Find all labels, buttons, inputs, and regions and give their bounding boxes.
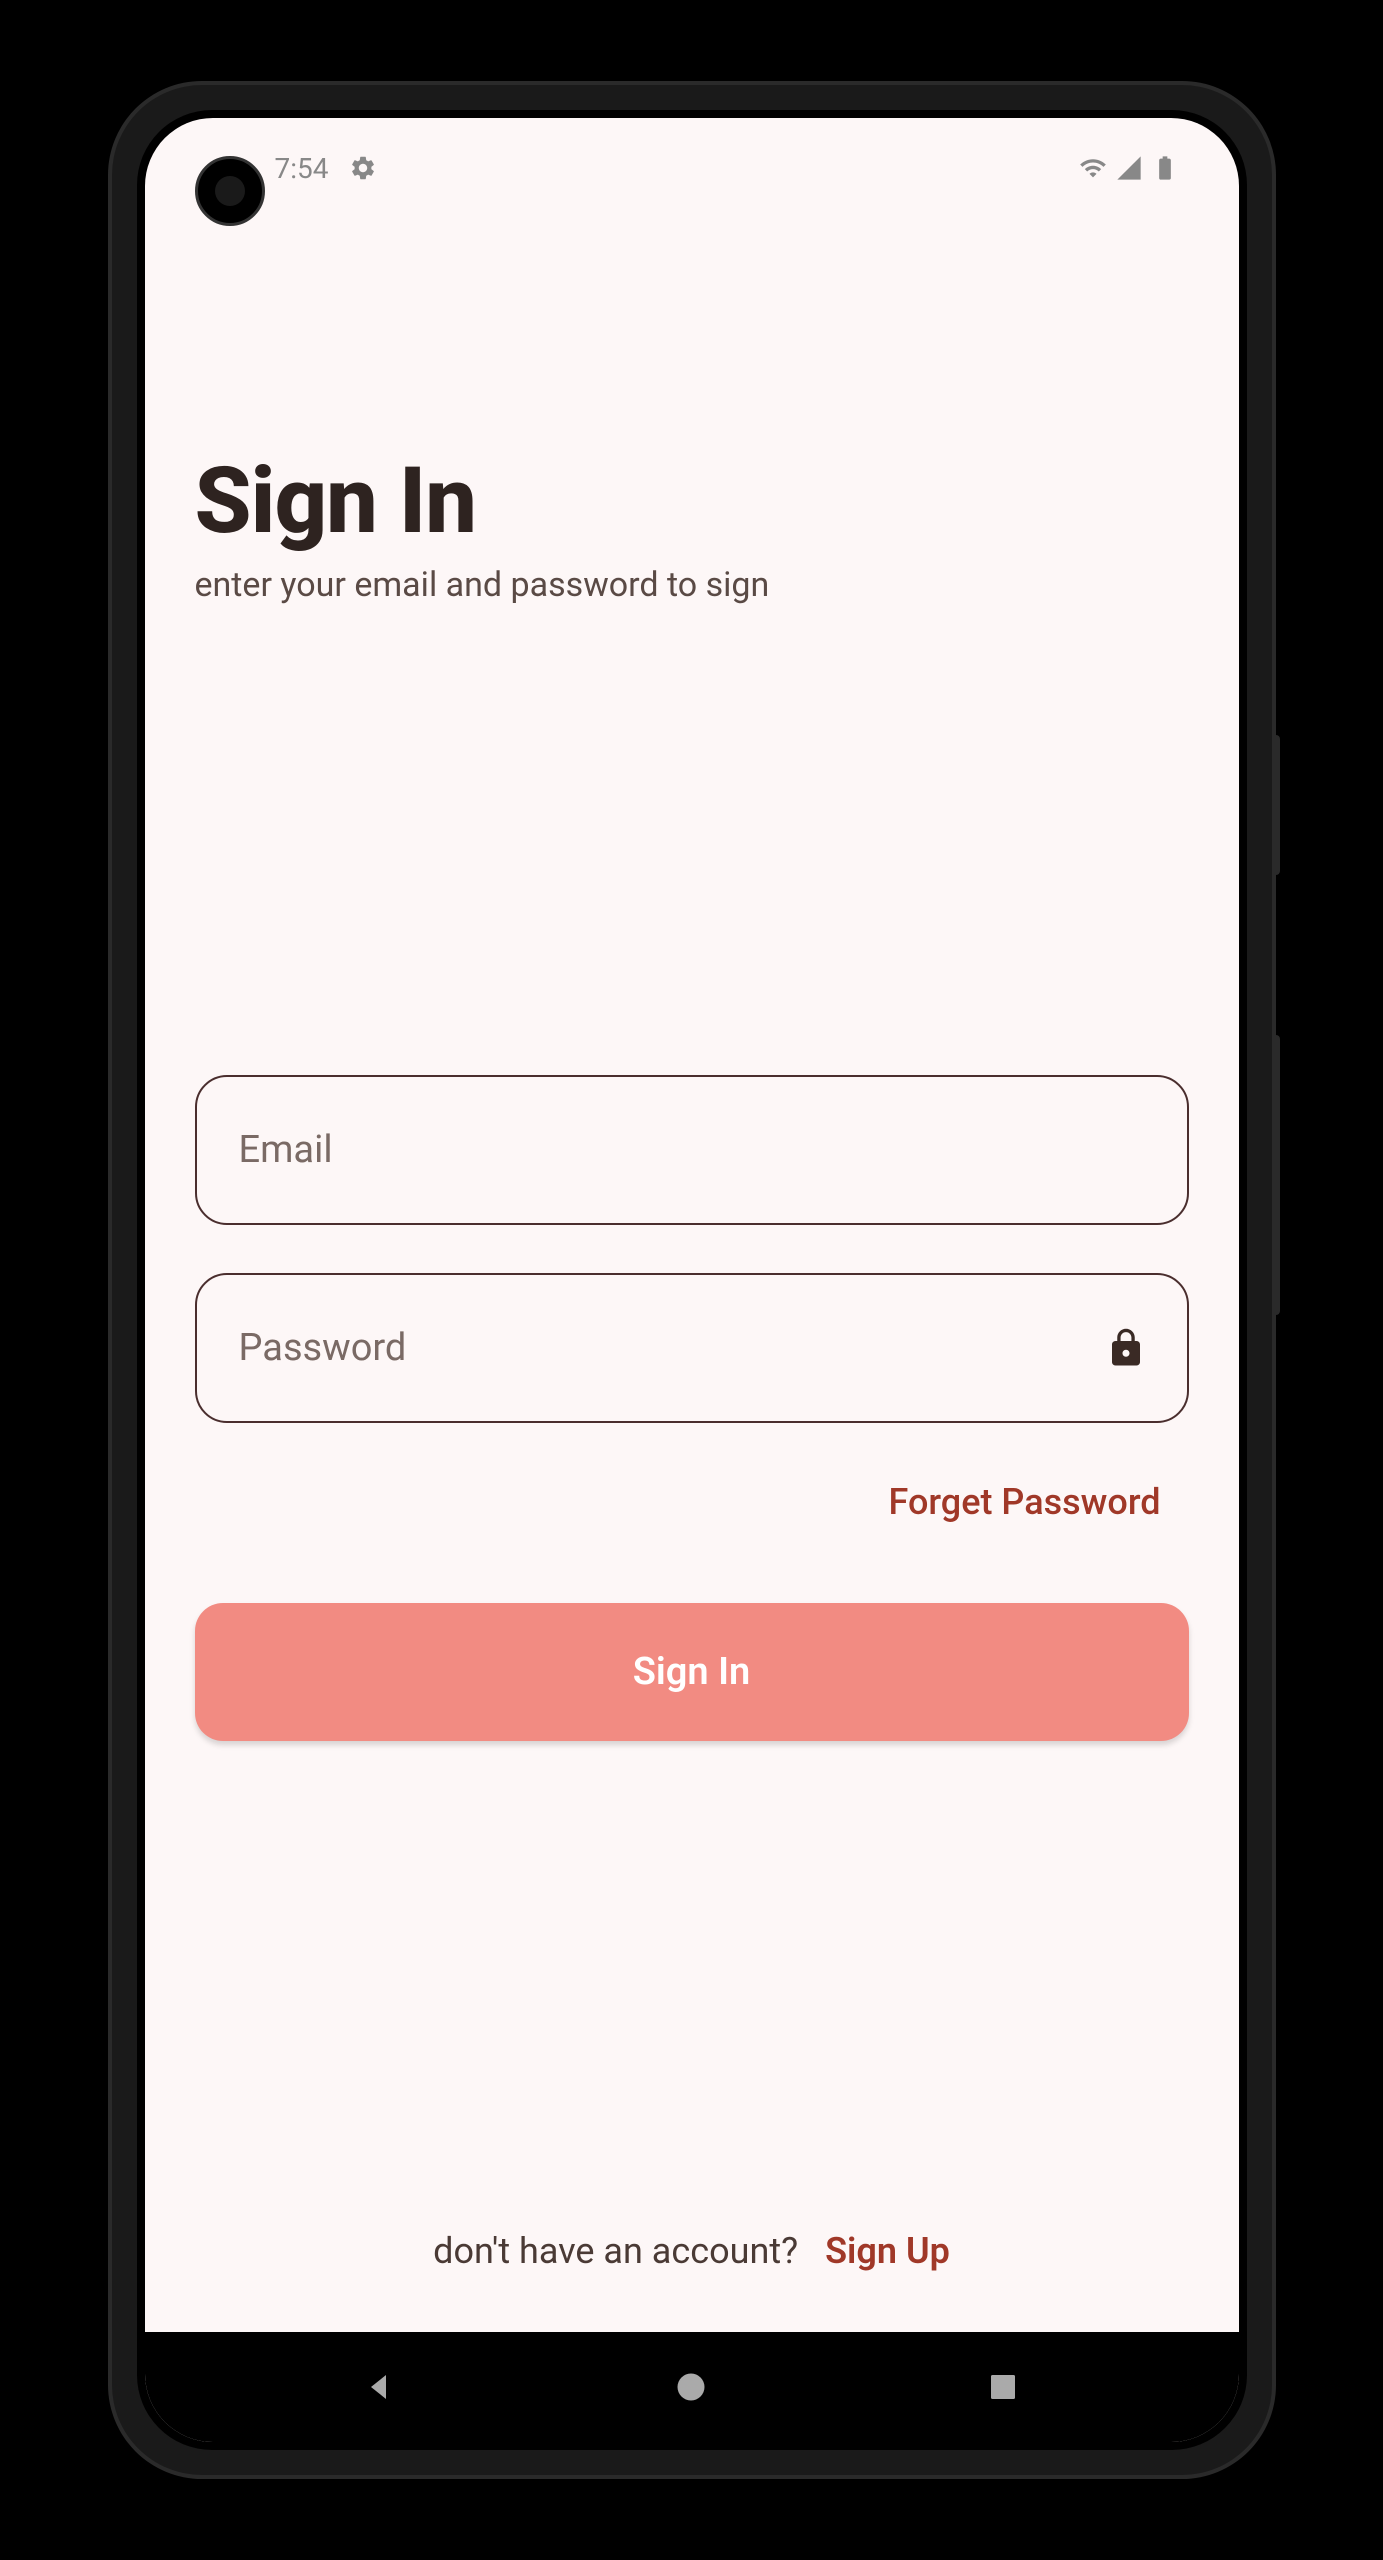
lock-icon[interactable] bbox=[1105, 1327, 1147, 1369]
footer-prompt: don't have an account? bbox=[433, 2230, 798, 2272]
content: Sign In enter your email and password to… bbox=[145, 198, 1239, 2332]
page-title: Sign In bbox=[195, 448, 1189, 555]
wifi-icon bbox=[1079, 154, 1107, 182]
signal-icon bbox=[1115, 154, 1143, 182]
status-right bbox=[1079, 154, 1179, 182]
password-wrapper bbox=[195, 1273, 1189, 1471]
phone-frame: 7:54 bbox=[112, 85, 1272, 2475]
navigation-bar bbox=[145, 2332, 1239, 2442]
screen: 7:54 bbox=[145, 118, 1239, 2442]
nav-back-button[interactable] bbox=[350, 2357, 410, 2417]
phone-inner: 7:54 bbox=[137, 110, 1247, 2450]
battery-icon bbox=[1151, 154, 1179, 182]
signin-form: Forget Password Sign In bbox=[195, 1075, 1189, 1741]
status-bar: 7:54 bbox=[145, 138, 1239, 198]
page-subtitle: enter your email and password to sign bbox=[195, 565, 1189, 605]
status-left: 7:54 bbox=[275, 152, 377, 185]
status-time: 7:54 bbox=[275, 152, 329, 185]
side-button-volume bbox=[1272, 1035, 1280, 1315]
forgot-password-link[interactable]: Forget Password bbox=[889, 1481, 1161, 1523]
signin-button[interactable]: Sign In bbox=[195, 1603, 1189, 1741]
forgot-password-row: Forget Password bbox=[195, 1481, 1161, 1523]
email-wrapper bbox=[195, 1075, 1189, 1273]
header: Sign In enter your email and password to… bbox=[195, 448, 1189, 605]
camera-punch-hole bbox=[195, 156, 265, 226]
nav-recent-button[interactable] bbox=[973, 2357, 1033, 2417]
side-button-power bbox=[1272, 735, 1280, 875]
nav-home-button[interactable] bbox=[661, 2357, 721, 2417]
footer: don't have an account? Sign Up bbox=[195, 2230, 1189, 2272]
signup-link[interactable]: Sign Up bbox=[825, 2230, 950, 2272]
gear-icon bbox=[349, 154, 377, 182]
email-input[interactable] bbox=[195, 1075, 1189, 1225]
password-input[interactable] bbox=[195, 1273, 1189, 1423]
